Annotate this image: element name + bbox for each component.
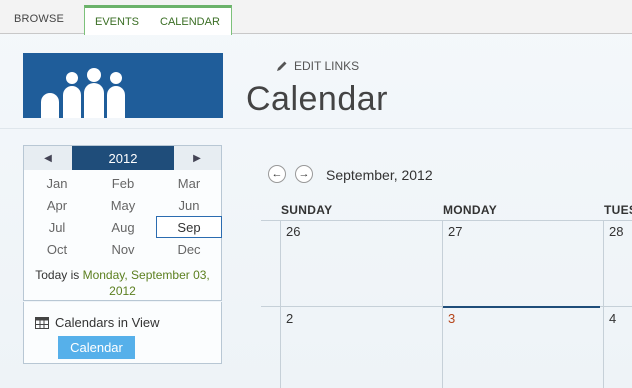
arrow-left-icon: ←: [271, 168, 283, 180]
next-month-button[interactable]: →: [295, 165, 313, 183]
people-icon: [41, 68, 125, 118]
next-year-button[interactable]: ▶: [173, 146, 221, 170]
previous-year-button[interactable]: ◀: [24, 146, 72, 170]
header-row-divider: [261, 220, 632, 221]
calendars-in-view-panel: Calendars in View Calendar: [23, 302, 222, 364]
day-cell-3-today[interactable]: 3: [448, 311, 455, 326]
month-jun[interactable]: Jun: [156, 194, 222, 216]
year-label[interactable]: 2012: [72, 146, 174, 170]
edit-links-label: EDIT LINKS: [294, 59, 360, 73]
calendar-tools-tab-group: EVENTS CALENDAR: [84, 5, 232, 35]
today-date-link[interactable]: Monday, September 03, 2012: [83, 268, 210, 298]
month-mar[interactable]: Mar: [156, 172, 222, 194]
column-divider: [442, 220, 443, 388]
column-divider: [280, 220, 281, 388]
page-title: Calendar: [246, 80, 388, 118]
previous-month-button[interactable]: ←: [268, 165, 286, 183]
arrow-right-icon: →: [298, 168, 310, 180]
month-apr[interactable]: Apr: [24, 194, 90, 216]
column-divider: [603, 220, 604, 388]
day-cell-4[interactable]: 4: [609, 311, 616, 326]
site-logo[interactable]: [23, 53, 223, 118]
month-jul[interactable]: Jul: [24, 216, 90, 238]
month-aug[interactable]: Aug: [90, 216, 156, 238]
day-cell-28[interactable]: 28: [609, 224, 623, 239]
day-header-tuesday: TUES: [604, 203, 632, 217]
date-picker-header: ◀ 2012 ▶: [24, 146, 221, 170]
month-grid: Jan Feb Mar Apr May Jun Jul Aug Sep Oct …: [24, 172, 222, 260]
month-dec[interactable]: Dec: [156, 238, 222, 260]
month-calendar-grid: SUNDAY MONDAY TUES 26 27 28 2 3 4: [261, 198, 632, 388]
ribbon-bar: BROWSE EVENTS CALENDAR: [0, 0, 632, 35]
day-header-monday: MONDAY: [443, 203, 498, 217]
month-nov[interactable]: Nov: [90, 238, 156, 260]
day-cell-27[interactable]: 27: [448, 224, 462, 239]
today-indicator-bar: [443, 306, 600, 308]
today-text: Today is Monday, September 03, 2012: [24, 267, 221, 299]
month-oct[interactable]: Oct: [24, 238, 90, 260]
current-month-label: September, 2012: [326, 167, 433, 183]
day-cell-26[interactable]: 26: [286, 224, 300, 239]
calendars-in-view-label: Calendars in View: [55, 315, 160, 330]
tab-events[interactable]: EVENTS: [95, 16, 139, 28]
month-feb[interactable]: Feb: [90, 172, 156, 194]
day-cell-2[interactable]: 2: [286, 311, 293, 326]
tab-browse[interactable]: BROWSE: [14, 13, 64, 25]
today-prefix: Today is: [35, 268, 83, 282]
header-divider: [0, 128, 632, 129]
pencil-icon: [277, 61, 287, 71]
month-jan[interactable]: Jan: [24, 172, 90, 194]
calendar-grid-icon: [35, 316, 49, 329]
month-sep-selected[interactable]: Sep: [156, 216, 222, 238]
month-may[interactable]: May: [90, 194, 156, 216]
date-picker: ◀ 2012 ▶ Jan Feb Mar Apr May Jun Jul Aug…: [23, 145, 222, 301]
edit-links-button[interactable]: EDIT LINKS: [276, 59, 359, 73]
calendar-toggle-button[interactable]: Calendar: [58, 336, 135, 359]
day-header-sunday: SUNDAY: [281, 203, 333, 217]
triangle-left-icon: ◀: [44, 152, 52, 164]
tab-calendar[interactable]: CALENDAR: [160, 16, 220, 28]
calendars-in-view-heading: Calendars in View: [35, 315, 160, 330]
triangle-right-icon: ▶: [193, 152, 201, 164]
